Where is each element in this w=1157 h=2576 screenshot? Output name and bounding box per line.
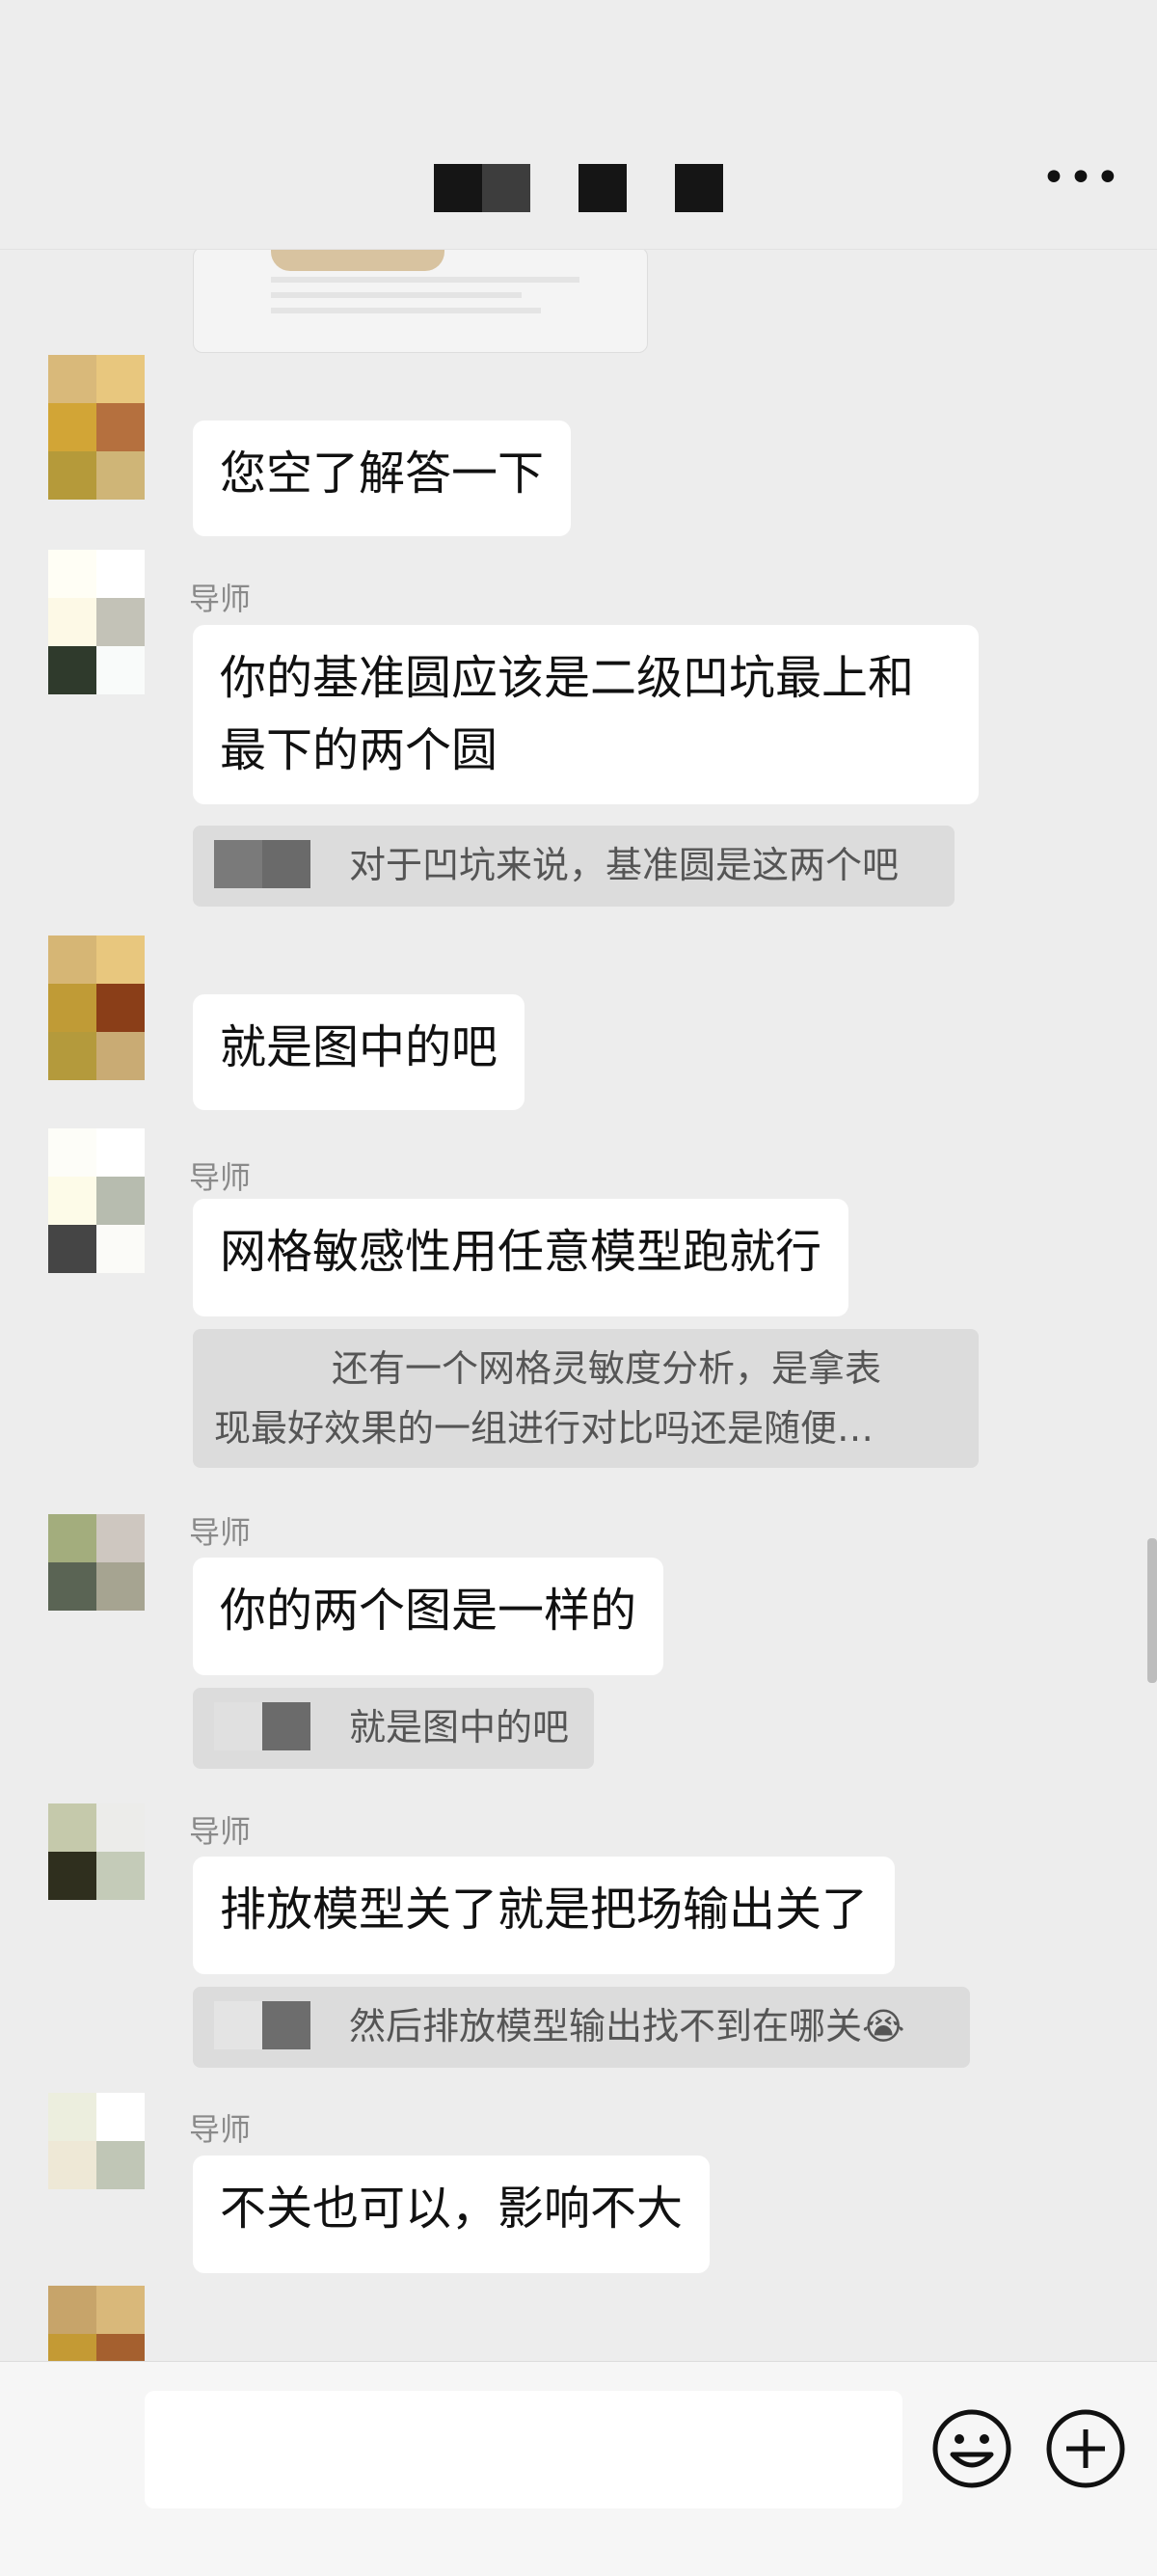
quote-sender-redacted [214, 2000, 310, 2049]
add-button[interactable] [1041, 2404, 1130, 2493]
quote-sender-redacted [214, 839, 310, 888]
message-bubble[interactable]: 排放模型关了就是把场输出关了 [193, 1857, 896, 1974]
emoji-icon [932, 2409, 1011, 2488]
image-text-line [271, 277, 579, 283]
message-list[interactable]: 您空了解答一下 导师 你的基准圆应该是二级凹坑最上和 最下的两个圆 对于凹坑来说… [0, 249, 1157, 2361]
message-bubble[interactable]: 你的两个图是一样的 [193, 1558, 664, 1675]
input-bar [0, 2361, 1157, 2576]
message-bubble[interactable]: 您空了解答一下 [193, 420, 572, 536]
message-text: 不关也可以，影响不大 [220, 2182, 684, 2236]
more-icon: ••• [1041, 153, 1122, 203]
quote-text-line: 还有一个网格灵敏度分析，是拿表 [332, 1347, 882, 1390]
quoted-message[interactable]: 对于凹坑来说，基准圆是这两个吧 [193, 826, 955, 907]
message-bubble[interactable]: 你的基准圆应该是二级凹坑最上和 最下的两个圆 [193, 625, 979, 804]
avatar[interactable] [48, 550, 145, 694]
avatar[interactable] [48, 1803, 145, 1948]
quoted-message[interactable]: 就是图中的吧 [193, 1688, 594, 1769]
scroll-indicator[interactable] [1147, 1538, 1157, 1683]
plus-icon [1046, 2409, 1125, 2488]
sender-name: 导师 [189, 1813, 252, 1850]
sender-name: 导师 [189, 2111, 252, 2148]
message-input[interactable] [145, 2391, 902, 2508]
image-message[interactable] [193, 249, 648, 353]
sender-name: 导师 [189, 1159, 252, 1196]
avatar[interactable] [48, 1514, 145, 1659]
chat-header: ••• [0, 0, 1157, 250]
more-options-button[interactable]: ••• [1041, 157, 1120, 203]
avatar[interactable] [48, 2093, 145, 2237]
avatar[interactable] [48, 935, 145, 1080]
chat-title-redacted [434, 164, 723, 212]
message-text-line: 最下的两个圆 [220, 723, 498, 777]
quote-text: 然后排放模型输出找不到在哪关😭 [349, 2005, 905, 2047]
quote-text-line: 现最好效果的一组进行对比吗还是随便… [214, 1407, 874, 1450]
emoji-button[interactable] [928, 2404, 1016, 2493]
message-text: 您空了解答一下 [220, 447, 545, 501]
message-bubble[interactable]: 不关也可以，影响不大 [193, 2156, 711, 2273]
avatar[interactable] [48, 2286, 145, 2361]
avatar[interactable] [48, 1128, 145, 1273]
sender-name: 导师 [189, 581, 252, 617]
message-text: 你的两个图是一样的 [220, 1584, 637, 1638]
sender-name: 导师 [189, 1514, 252, 1551]
message-text: 排放模型关了就是把场输出关了 [220, 1883, 869, 1937]
message-text: 就是图中的吧 [220, 1020, 498, 1074]
quote-text: 对于凹坑来说，基准圆是这两个吧 [349, 844, 900, 886]
image-text-line [271, 308, 541, 313]
image-text-line [271, 292, 522, 298]
message-text: 网格敏感性用任意模型跑就行 [220, 1225, 822, 1279]
message-bubble[interactable]: 网格敏感性用任意模型跑就行 [193, 1199, 849, 1316]
quote-sender-redacted [214, 1701, 310, 1750]
avatar[interactable] [48, 355, 145, 500]
message-text-line: 你的基准圆应该是二级凹坑最上和 [220, 651, 915, 705]
quote-text: 就是图中的吧 [349, 1706, 570, 1749]
quoted-message[interactable]: 然后排放模型输出找不到在哪关😭 [193, 1987, 970, 2068]
quoted-message[interactable]: 还有一个网格灵敏度分析，是拿表 现最好效果的一组进行对比吗还是随便… [193, 1329, 979, 1468]
image-thumbnail-fragment [271, 249, 444, 271]
message-bubble[interactable]: 就是图中的吧 [193, 994, 525, 1110]
